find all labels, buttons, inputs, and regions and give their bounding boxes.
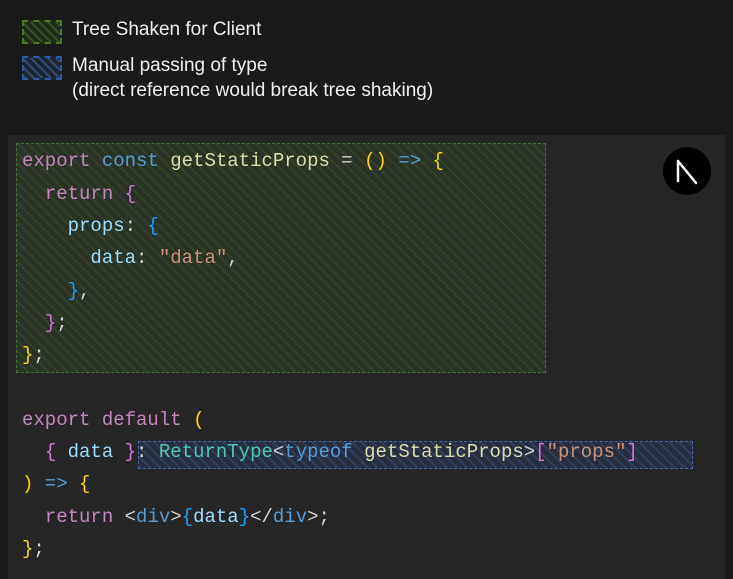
legend-blue-line2: (direct reference would break tree shaki… [72,80,433,101]
code-line-4: data: "data", [22,242,711,274]
code-line-2: return { [22,178,711,210]
legend-text-blue: Manual passing of type (direct reference… [72,54,433,103]
code-line-7: }; [22,339,711,371]
legend-item-blue: Manual passing of type (direct reference… [22,54,711,103]
code-line-13: }; [22,533,711,565]
code-line-10: { data }: ReturnType<typeof getStaticPro… [22,436,711,468]
legend-blue-line1: Manual passing of type [72,55,267,76]
code-line-11: ) => { [22,468,711,500]
swatch-green-icon [22,20,62,44]
swatch-blue-icon [22,56,62,80]
legend: Tree Shaken for Client Manual passing of… [0,0,733,123]
code-block: export const getStaticProps = () => { re… [8,135,725,579]
code-line-1: export const getStaticProps = () => { [22,145,711,177]
code-line-5: }, [22,275,711,307]
legend-text-green: Tree Shaken for Client [72,18,261,43]
legend-item-green: Tree Shaken for Client [22,18,711,44]
code-line-6: }; [22,307,711,339]
code-line-9: export default ( [22,404,711,436]
code-line-3: props: { [22,210,711,242]
code-line-8 [22,371,711,403]
code-line-12: return <div>{data}</div>; [22,501,711,533]
